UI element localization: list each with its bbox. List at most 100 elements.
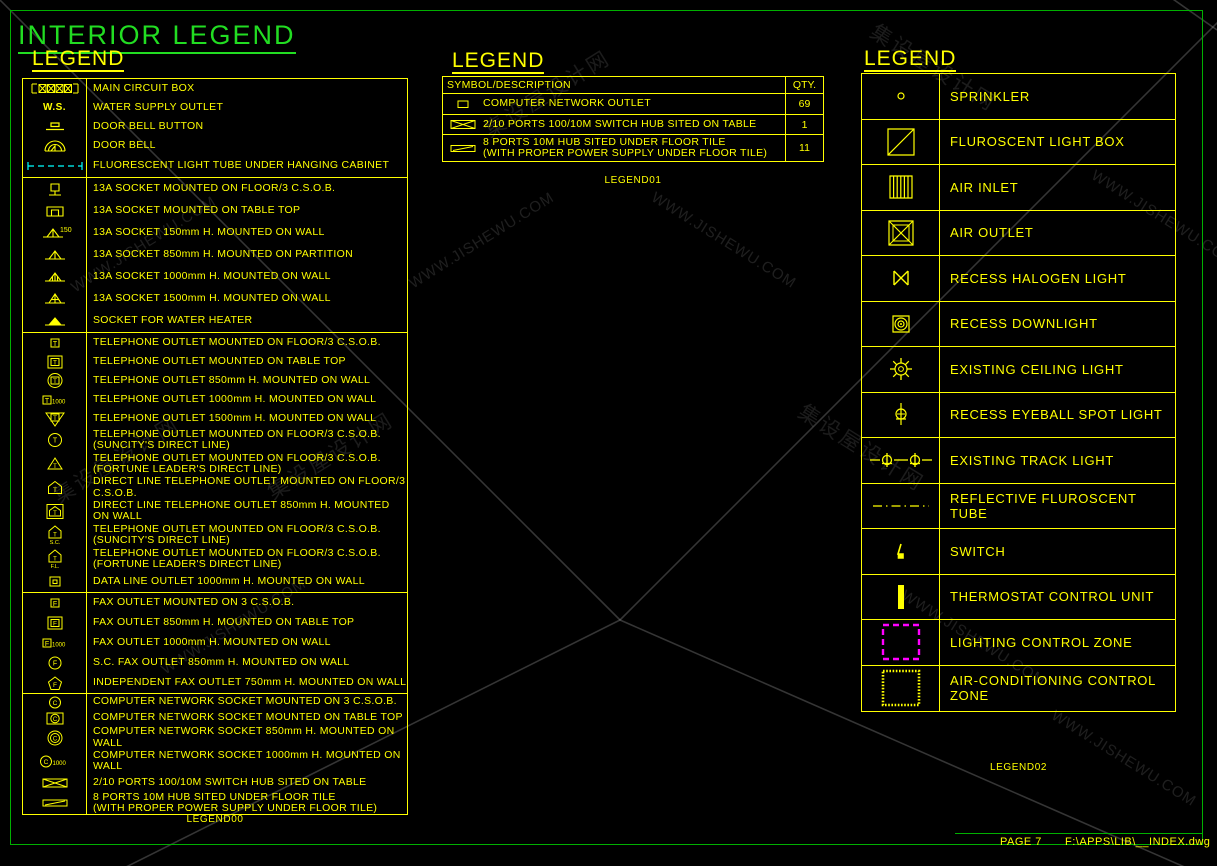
legend-row[interactable]: T DIRECT LINE TELEPHONE OUTLET 850mm H. …	[23, 499, 407, 523]
legend-row[interactable]: C COMPUTER NETWORK SOCKET MOUNTED ON 3 C…	[23, 694, 407, 710]
recess-halogen-light-icon	[862, 256, 940, 301]
legend-row[interactable]: 8 PORTS 10M HUB SITED UNDER FLOOR TILE (…	[23, 791, 407, 815]
legend-row-label: 2/10 PORTS 100/10M SWITCH HUB SITED ON T…	[93, 775, 367, 788]
legend-row[interactable]: DOOR BELL BUTTON	[23, 117, 407, 136]
switch-hub-table-icon	[23, 773, 87, 792]
svg-text:C: C	[52, 736, 57, 742]
legend-row[interactable]: T TELEPHONE OUTLET MOUNTED ON FLOOR/3 C.…	[23, 333, 407, 352]
table-row[interactable]: EXISTING TRACK LIGHT	[862, 438, 1175, 484]
table-row[interactable]: 8 PORTS 10M HUB SITED UNDER FLOOR TILE (…	[443, 135, 823, 161]
legend-row-label: TELEPHONE OUTLET 850mm H. MOUNTED ON WAL…	[93, 373, 371, 386]
legend00-group: C COMPUTER NETWORK SOCKET MOUNTED ON 3 C…	[23, 694, 407, 815]
legend00-group: T TELEPHONE OUTLET MOUNTED ON FLOOR/3 C.…	[23, 333, 407, 593]
legend-row[interactable]: 13A SOCKET MOUNTED ON TABLE TOP	[23, 200, 407, 222]
table-row[interactable]: AIR-CONDITIONING CONTROL ZONE	[862, 665, 1175, 711]
svg-text:F: F	[52, 661, 56, 668]
table-row[interactable]: AIR INLET	[862, 165, 1175, 211]
socket-850-partition-icon	[23, 244, 87, 266]
table-cell-label: THERMOSTAT CONTROL UNIT	[950, 589, 1155, 605]
legend-row-label: DOOR BELL BUTTON	[93, 119, 204, 132]
table-row[interactable]: SWITCH	[862, 529, 1175, 575]
legend00-title: LEGEND	[32, 47, 125, 73]
water-supply-outlet-icon: W.S.	[23, 98, 87, 117]
computer-network-socket-1000-icon: C 1000	[23, 749, 87, 773]
fax-outlet-tabletop-icon: F	[23, 613, 87, 633]
legend-row[interactable]: FLUORESCENT LIGHT TUBE UNDER HANGING CAB…	[23, 155, 407, 177]
legend-row[interactable]: DOOR BELL	[23, 136, 407, 155]
table-row[interactable]: EXISTING CEILING LIGHT	[862, 347, 1175, 393]
reflective-fluorescent-tube-icon	[862, 483, 940, 528]
legend-row[interactable]: 13A SOCKET 1500mm H. MOUNTED ON WALL	[23, 288, 407, 310]
socket-1000-icon	[23, 266, 87, 288]
svg-text:T: T	[53, 414, 57, 421]
legend-row[interactable]: C COMPUTER NETWORK SOCKET MOUNTED ON TAB…	[23, 710, 407, 726]
legend01-title: LEGEND	[452, 49, 545, 75]
recess-downlight-icon	[862, 301, 940, 346]
legend-row[interactable]: T TELEPHONE OUTLET 1500mm H. MOUNTED ON …	[23, 409, 407, 428]
table-row[interactable]: FLUROSCENT LIGHT BOX	[862, 119, 1175, 165]
table-row[interactable]: RECESS HALOGEN LIGHT	[862, 256, 1175, 302]
legend-row[interactable]: T F.L. TELEPHONE OUTLET MOUNTED ON FLOOR…	[23, 547, 407, 571]
legend-row-label: 13A SOCKET MOUNTED ON TABLE TOP	[93, 204, 301, 217]
table-row[interactable]: AIR OUTLET	[862, 210, 1175, 256]
legend-row[interactable]: T TELEPHONE OUTLET MOUNTED ON TABLE TOP	[23, 352, 407, 371]
table-cell-qty: 1	[785, 115, 823, 134]
svg-text:C: C	[52, 700, 57, 707]
legend-row[interactable]: SOCKET FOR WATER HEATER	[23, 310, 407, 332]
telephone-1500-icon: T	[23, 409, 87, 428]
computer-network-socket-floor-icon: C	[23, 694, 87, 710]
legend-row[interactable]: 150 13A SOCKET 150mm H. MOUNTED ON WALL	[23, 222, 407, 244]
legend-row[interactable]: T TELEPHONE OUTLET 850mm H. MOUNTED ON W…	[23, 371, 407, 390]
table-row[interactable]: LIGHTING CONTROL ZONE	[862, 620, 1175, 666]
legend-row-label: TELEPHONE OUTLET MOUNTED ON FLOOR/3 C.S.…	[93, 451, 381, 475]
legend-row[interactable]: C COMPUTER NETWORK SOCKET 850mm H. MOUNT…	[23, 725, 407, 750]
recess-eyeball-spot-light-icon	[862, 392, 940, 437]
legend-row[interactable]: F S.C. FAX OUTLET 850mm H. MOUNTED ON WA…	[23, 653, 407, 673]
legend-row-label: FAX OUTLET MOUNTED ON 3 C.S.O.B.	[93, 596, 295, 609]
legend-row-label: 13A SOCKET 150mm H. MOUNTED ON WALL	[93, 226, 325, 239]
legend-row[interactable]: 2/10 PORTS 100/10M SWITCH HUB SITED ON T…	[23, 773, 407, 792]
table-cell-description: 2/10 PORTS 100/10M SWITCH HUB SITED ON T…	[483, 117, 757, 130]
legend-row-label: FAX OUTLET 850mm H. MOUNTED ON TABLE TOP	[93, 616, 355, 629]
svg-text:F: F	[53, 620, 57, 627]
legend-row[interactable]: T TELEPHONE OUTLET MOUNTED ON FLOOR/3 C.…	[23, 452, 407, 476]
table-row[interactable]: 2/10 PORTS 100/10M SWITCH HUB SITED ON T…	[443, 115, 823, 135]
legend-row[interactable]: F FAX OUTLET MOUNTED ON 3 C.S.O.B.	[23, 593, 407, 613]
legend-row-label: INDEPENDENT FAX OUTLET 750mm H. MOUNTED …	[93, 676, 407, 689]
legend-row[interactable]: DATA LINE OUTLET 1000mm H. MOUNTED ON WA…	[23, 571, 407, 592]
legend-row[interactable]: T S.C. TELEPHONE OUTLET MOUNTED ON FLOOR…	[23, 523, 407, 547]
column-header-qty: QTY.	[785, 77, 823, 93]
legend00-group: F FAX OUTLET MOUNTED ON 3 C.S.O.B. F FAX…	[23, 593, 407, 694]
legend-row[interactable]: T 1000 TELEPHONE OUTLET 1000mm H. MOUNTE…	[23, 390, 407, 409]
legend-row[interactable]: F 1000 FAX OUTLET 1000mm H. MOUNTED ON W…	[23, 633, 407, 653]
table-row[interactable]: RECESS EYEBALL SPOT LIGHT	[862, 392, 1175, 438]
svg-text:T: T	[53, 359, 57, 366]
legend-row[interactable]: T DIRECT LINE TELEPHONE OUTLET MOUNTED O…	[23, 475, 407, 500]
legend-row[interactable]: MAIN CIRCUIT BOX	[23, 79, 407, 98]
table-cell-label: EXISTING CEILING LIGHT	[950, 361, 1124, 377]
telephone-suncity-sc-icon: T S.C.	[23, 523, 87, 547]
sc-fax-outlet-850-icon: F	[23, 653, 87, 673]
legend00-table: MAIN CIRCUIT BOX W.S. WATER SUPPLY OUTLE…	[22, 78, 408, 816]
svg-text:T: T	[53, 511, 57, 517]
legend-row[interactable]: W.S. WATER SUPPLY OUTLET	[23, 98, 407, 117]
table-row[interactable]: SPRINKLER	[862, 74, 1175, 120]
table-row[interactable]: THERMOSTAT CONTROL UNIT	[862, 574, 1175, 620]
hub-under-floor-tile-icon	[443, 135, 483, 161]
legend-row[interactable]: 13A SOCKET MOUNTED ON FLOOR/3 C.S.O.B.	[23, 178, 407, 200]
legend-row[interactable]: 13A SOCKET 1000mm H. MOUNTED ON WALL	[23, 266, 407, 288]
svg-text:F: F	[52, 601, 56, 608]
existing-track-light-icon	[862, 438, 940, 483]
legend-row-label: DIRECT LINE TELEPHONE OUTLET MOUNTED ON …	[93, 475, 406, 499]
table-row[interactable]: RECESS DOWNLIGHT	[862, 301, 1175, 347]
legend-row[interactable]: C 1000 COMPUTER NETWORK SOCKET 1000mm H.…	[23, 749, 407, 773]
air-conditioning-control-zone-icon	[862, 665, 940, 711]
legend-row[interactable]: F FAX OUTLET 850mm H. MOUNTED ON TABLE T…	[23, 613, 407, 633]
legend-row-label: FLUORESCENT LIGHT TUBE UNDER HANGING CAB…	[93, 159, 390, 172]
telephone-850-icon: T	[23, 371, 87, 390]
legend-row[interactable]: T TELEPHONE OUTLET MOUNTED ON FLOOR/3 C.…	[23, 428, 407, 452]
legend-row[interactable]: 13A SOCKET 850mm H. MOUNTED ON PARTITION	[23, 244, 407, 266]
legend-row[interactable]: F INDEPENDENT FAX OUTLET 750mm H. MOUNTE…	[23, 673, 407, 693]
table-row[interactable]: COMPUTER NETWORK OUTLET 69	[443, 94, 823, 115]
table-row[interactable]: REFLECTIVE FLUROSCENT TUBE	[862, 483, 1175, 529]
